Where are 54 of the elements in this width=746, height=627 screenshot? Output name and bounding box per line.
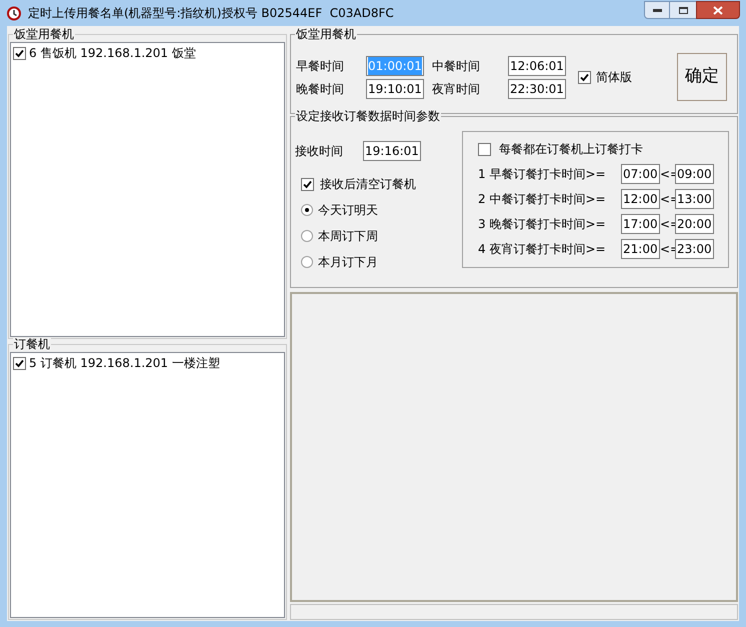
field-label: 4 夜宵订餐打卡时间>= (478, 241, 607, 258)
checkbox[interactable] (13, 46, 26, 60)
field-label: 中餐时间 (431, 58, 481, 74)
field-label: 1 早餐订餐打卡时间>= (478, 166, 607, 183)
time-field[interactable]: 20:00 (675, 214, 714, 234)
radio-button[interactable] (301, 256, 313, 268)
close-icon (713, 6, 723, 14)
time-field[interactable]: 12:06:01 (508, 56, 566, 76)
check-icon (303, 180, 312, 188)
time-field[interactable]: 17:00 (621, 214, 660, 234)
window-title: 定时上传用餐名单(机器型号:指纹机)授权号 B02544EF C03AD8FC (28, 5, 394, 22)
radio-label: 今天订明天 (318, 202, 378, 219)
app-icon (6, 5, 22, 21)
checkbox[interactable] (13, 356, 26, 370)
field-label: 2 中餐订餐打卡时间>= (478, 191, 607, 208)
time-field[interactable]: 13:00 (675, 189, 714, 209)
time-field[interactable]: 21:00 (621, 239, 660, 259)
radio-button[interactable] (301, 230, 313, 242)
checkbox[interactable] (478, 142, 491, 156)
check-icon (15, 358, 24, 368)
confirm-button[interactable]: 确定 (677, 53, 727, 101)
group-title: 饭堂用餐机 (13, 27, 75, 41)
radio-label: 本周订下周 (318, 228, 378, 245)
checkbox-label: 简体版 (596, 69, 632, 86)
minimize-button[interactable] (644, 1, 670, 19)
maximize-button[interactable] (670, 1, 696, 19)
group-title: 设定接收订餐数据时间参数 (295, 109, 441, 123)
machine-item[interactable]: 6 售饭机 192.168.1.201 饭堂 (29, 45, 196, 61)
machine-item[interactable]: 5 订餐机 192.168.1.201 一楼注塑 (29, 355, 220, 371)
check-icon (580, 72, 589, 82)
checkbox[interactable] (578, 70, 591, 84)
time-field[interactable]: 19:16:01 (363, 141, 421, 161)
group-title: 饭堂用餐机 (295, 27, 357, 41)
radio-label: 本月订下月 (318, 254, 378, 271)
checkbox-label: 每餐都在订餐机上订餐打卡 (499, 141, 643, 158)
machine-list[interactable]: 6 售饭机 192.168.1.201 饭堂 (10, 42, 285, 337)
group-title: 订餐机 (13, 337, 51, 351)
time-field[interactable]: 07:00 (621, 164, 660, 184)
time-field[interactable]: 19:10:01 (366, 78, 424, 98)
machine-list[interactable]: 5 订餐机 192.168.1.201 一楼注塑 (10, 352, 285, 618)
field-label: 夜宵时间 (431, 80, 481, 98)
time-field[interactable]: 23:00 (675, 239, 714, 259)
time-field[interactable]: 09:00 (675, 164, 714, 184)
radio-button[interactable] (301, 204, 313, 216)
time-field[interactable]: 12:00 (621, 189, 660, 209)
check-icon (15, 48, 24, 58)
field-label: 早餐时间 (295, 58, 345, 74)
time-field[interactable]: 22:30:01 (508, 78, 566, 98)
close-button[interactable] (696, 1, 740, 19)
field-label: 3 晚餐订餐打卡时间>= (478, 216, 607, 233)
checkbox[interactable] (301, 178, 314, 190)
field-label: 接收时间 (295, 143, 343, 160)
checkbox-label: 接收后清空订餐机 (320, 176, 416, 193)
field-label: 晚餐时间 (295, 80, 345, 98)
